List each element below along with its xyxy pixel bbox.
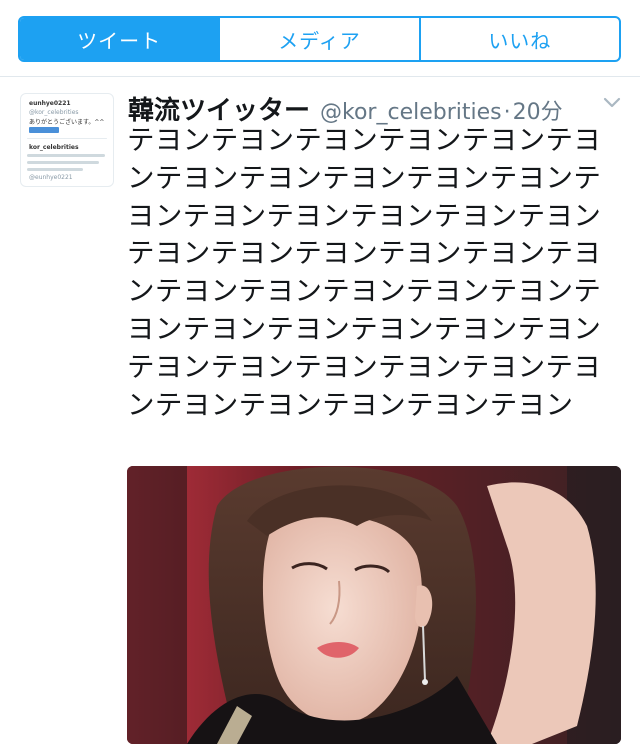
tweet-photo[interactable] <box>127 466 621 744</box>
thumb-badge <box>29 127 59 133</box>
thumb-line <box>27 154 105 157</box>
avatar[interactable]: eunhye0221 @kor_celebrities ありがとうございます。^… <box>20 93 114 187</box>
thumb-mention: @kor_celebrities <box>29 109 79 116</box>
tabs-divider <box>0 76 640 77</box>
thumb-user2: kor_celebrities <box>29 144 79 151</box>
thumb-user3: @eunhye0221 <box>29 174 73 181</box>
thumb-user1: eunhye0221 <box>29 100 71 107</box>
photo-image <box>127 466 621 744</box>
profile-tabs: ツイート メディア いいね <box>18 16 621 62</box>
thumb-reply: ありがとうございます。^^ <box>29 119 105 126</box>
tab-media[interactable]: メディア <box>218 18 418 60</box>
thumb-divider <box>27 138 107 139</box>
thumb-line <box>27 161 99 164</box>
tab-tweets[interactable]: ツイート <box>20 18 219 60</box>
tweet-header: 韓流ツイッター @kor_celebrities · 20分 <box>128 90 598 126</box>
thumb-line <box>27 168 83 171</box>
tweet-text: テヨンテヨンテヨンテヨンテヨンテヨンテヨンテヨンテヨンテヨンテヨンテヨンテヨンテ… <box>127 124 602 421</box>
chevron-down-icon[interactable] <box>602 96 622 110</box>
tab-likes[interactable]: いいね <box>418 18 619 60</box>
